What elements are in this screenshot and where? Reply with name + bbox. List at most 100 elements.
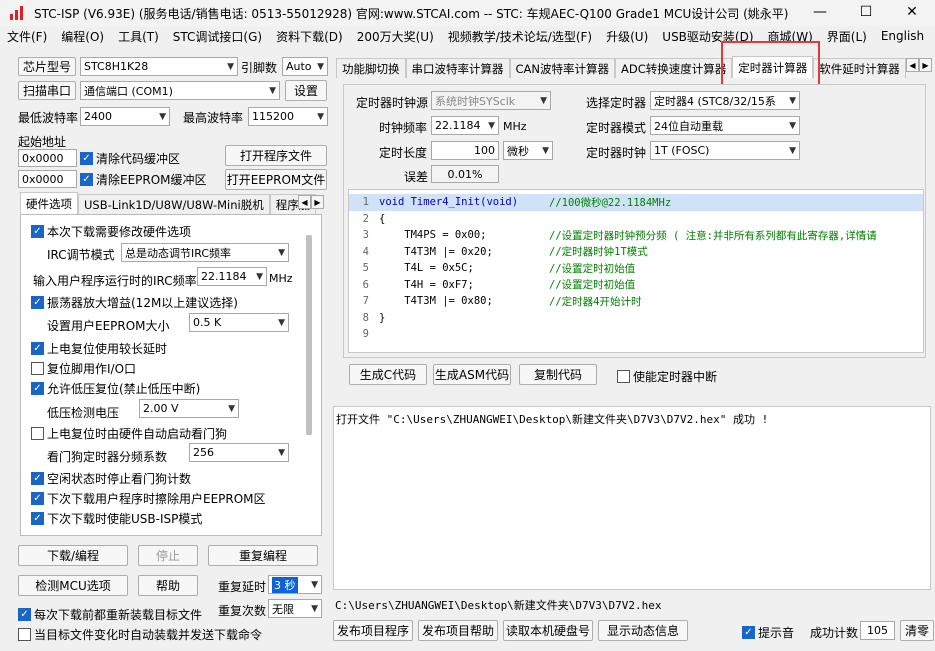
irc-mode-label: IRC调节模式 bbox=[47, 248, 115, 262]
maximize-button[interactable]: ☐ bbox=[843, 0, 889, 26]
hw-options-scrollbar[interactable] bbox=[306, 235, 312, 435]
eeprom-address-input[interactable]: 0x0000 bbox=[18, 170, 77, 188]
timer-mode-value: 24位自动重载 bbox=[654, 119, 723, 133]
reset-delay-checkbox[interactable]: ✓ 上电复位使用较长延时 bbox=[31, 340, 167, 357]
reload-each-checkbox[interactable]: ✓ 每次下载前都重新装载目标文件 bbox=[18, 606, 202, 623]
osc-gain-checkbox[interactable]: ✓ 振荡器放大增益(12M以上建议选择) bbox=[31, 294, 238, 311]
menu-english[interactable]: English bbox=[874, 29, 931, 43]
clock-source-select[interactable]: 系统时钟SYSclk ▼ bbox=[431, 91, 551, 110]
chevron-down-icon: ▼ bbox=[269, 85, 276, 96]
error-value: 0.01% bbox=[431, 165, 499, 183]
generated-code-editor[interactable]: 1 void Timer4_Init(void)//100微秒@22.1184MH… bbox=[348, 189, 924, 353]
code-line: 7 T4T3M |= 0x80;//定时器4开始计时 bbox=[362, 295, 642, 308]
tab-hardware-options[interactable]: 硬件选项 bbox=[20, 192, 78, 214]
min-baud-select[interactable]: 2400 ▼ bbox=[80, 107, 170, 126]
clear-eeprom-checkbox[interactable]: ✓ 清除EEPROM缓冲区 bbox=[80, 171, 207, 188]
download-button[interactable]: 下载/编程 bbox=[18, 545, 128, 566]
lvr-checkbox[interactable]: ✓ 允许低压复位(禁止低压中断) bbox=[31, 380, 200, 397]
beep-checkbox[interactable]: ✓ 提示音 bbox=[742, 624, 794, 641]
clear-code-checkbox[interactable]: ✓ 清除代码缓冲区 bbox=[80, 150, 180, 167]
tab-adc-speed[interactable]: ADC转换速度计算器 bbox=[615, 58, 733, 78]
menu-prize[interactable]: 200万大奖(U) bbox=[350, 28, 441, 45]
menu-debug[interactable]: STC调试接口(G) bbox=[166, 28, 269, 45]
repeat-delay-select[interactable]: 3 秒 ▼ bbox=[268, 575, 322, 594]
timer-mode-label: 定时器模式 bbox=[586, 121, 647, 135]
wdt-auto-checkbox[interactable]: 上电复位时由硬件自动启动看门狗 bbox=[31, 425, 227, 442]
chevron-left-icon[interactable]: ◀ bbox=[298, 195, 311, 209]
chevron-down-icon: ▼ bbox=[278, 317, 285, 328]
settings-button[interactable]: 设置 bbox=[285, 80, 327, 101]
max-baud-value: 115200 bbox=[252, 110, 294, 123]
wdt-div-select[interactable]: 256 ▼ bbox=[189, 443, 289, 462]
tab-uart-baud[interactable]: 串口波特率计算器 bbox=[405, 58, 510, 78]
usb-isp-checkbox[interactable]: ✓ 下次下载时使能USB-ISP模式 bbox=[31, 510, 202, 527]
tab-delay-calculator[interactable]: 软件延时计算器 bbox=[813, 58, 906, 78]
erase-eeprom-checkbox[interactable]: ✓ 下次下载用户程序时擦除用户EEPROM区 bbox=[31, 490, 266, 507]
scan-port-button[interactable]: 扫描串口 bbox=[18, 81, 76, 100]
generate-asm-button[interactable]: 生成ASM代码 bbox=[433, 364, 511, 385]
minimize-button[interactable]: — bbox=[797, 0, 843, 26]
checkbox-empty-icon bbox=[31, 362, 44, 375]
auto-reload-checkbox[interactable]: 当目标文件变化时自动装载并发送下载命令 bbox=[18, 626, 262, 643]
port-select[interactable]: 通信端口 (COM1) ▼ bbox=[80, 81, 280, 100]
code-line: 2{ bbox=[362, 212, 386, 225]
tab-usb-link[interactable]: USB-Link1D/U8W/U8W-Mini脱机 bbox=[78, 194, 270, 214]
pins-select[interactable]: Auto ▼ bbox=[282, 57, 328, 76]
repeat-count-select[interactable]: 无限 ▼ bbox=[268, 599, 322, 618]
timer-length-input[interactable]: 100 bbox=[431, 141, 499, 160]
sysclk-label: 时钟频率 bbox=[379, 121, 428, 135]
detect-mcu-button[interactable]: 检测MCU选项 bbox=[18, 575, 128, 596]
chip-model-value: STC8H1K28 bbox=[84, 60, 149, 73]
reset-io-checkbox[interactable]: 复位脚用作I/O口 bbox=[31, 360, 136, 377]
left-tab-scroll: ◀ ▶ bbox=[298, 195, 324, 209]
menu-program[interactable]: 编程(O) bbox=[54, 28, 111, 45]
menu-upgrade[interactable]: 升级(U) bbox=[599, 28, 655, 45]
chevron-right-icon[interactable]: ▶ bbox=[311, 195, 324, 209]
menu-interface[interactable]: 界面(L) bbox=[820, 28, 874, 45]
stop-button[interactable]: 停止 bbox=[138, 545, 198, 566]
sysclk-select[interactable]: 22.1184 ▼ bbox=[431, 116, 499, 135]
clock-source-value: 系统时钟SYSclk bbox=[435, 94, 516, 108]
max-baud-select[interactable]: 115200 ▼ bbox=[248, 107, 328, 126]
tab-can-baud[interactable]: CAN波特率计算器 bbox=[509, 58, 615, 78]
generate-c-button[interactable]: 生成C代码 bbox=[349, 364, 427, 385]
clear-count-button[interactable]: 清零 bbox=[900, 620, 934, 641]
code-line: 8} bbox=[362, 311, 386, 324]
publish-help-button[interactable]: 发布项目帮助 bbox=[418, 620, 498, 641]
modify-hw-options-checkbox[interactable]: ✓ 本次下载需要修改硬件选项 bbox=[31, 223, 191, 240]
lvr-label: 允许低压复位(禁止低压中断) bbox=[47, 382, 201, 396]
tab-pin-switch[interactable]: 功能脚切换 bbox=[336, 58, 406, 78]
irc-freq-select[interactable]: 22.1184 ▼ bbox=[197, 267, 267, 286]
enable-timer-interrupt-checkbox[interactable]: 使能定时器中断 bbox=[617, 368, 717, 385]
chip-model-select[interactable]: STC8H1K28 ▼ bbox=[80, 57, 238, 76]
timer-unit-select[interactable]: 微秒 ▼ bbox=[503, 141, 553, 160]
repeat-program-button[interactable]: 重复编程 bbox=[208, 545, 318, 566]
menu-video[interactable]: 视频教学/技术论坛/选型(F) bbox=[441, 28, 599, 45]
irc-mode-select[interactable]: 总是动态调节IRC频率 ▼ bbox=[121, 243, 289, 262]
copy-code-button[interactable]: 复制代码 bbox=[519, 364, 597, 385]
open-eeprom-file-button[interactable]: 打开EEPROM文件 bbox=[225, 169, 327, 190]
timer-mode-select[interactable]: 24位自动重载 ▼ bbox=[650, 116, 800, 135]
lvd-select[interactable]: 2.00 V ▼ bbox=[139, 399, 239, 418]
menu-tools[interactable]: 工具(T) bbox=[111, 28, 166, 45]
repeat-count-value: 无限 bbox=[272, 602, 294, 616]
code-address-input[interactable]: 0x0000 bbox=[18, 149, 77, 167]
open-program-file-button[interactable]: 打开程序文件 bbox=[225, 145, 327, 166]
menu-docs[interactable]: 资料下载(D) bbox=[269, 28, 350, 45]
close-button[interactable]: ✕ bbox=[889, 0, 935, 26]
chevron-left-icon[interactable]: ◀ bbox=[906, 58, 919, 72]
read-disk-id-button[interactable]: 读取本机硬盘号 bbox=[503, 620, 593, 641]
idle-wdt-checkbox[interactable]: ✓ 空闲状态时停止看门狗计数 bbox=[31, 470, 191, 487]
publish-program-button[interactable]: 发布项目程序 bbox=[333, 620, 413, 641]
select-timer-select[interactable]: 定时器4 (STC8/32/15系 ▼ bbox=[650, 91, 800, 110]
chip-model-button[interactable]: 芯片型号 bbox=[18, 57, 76, 76]
help-button[interactable]: 帮助 bbox=[138, 575, 198, 596]
timer-clock-select[interactable]: 1T (FOSC) ▼ bbox=[650, 141, 800, 160]
chevron-down-icon: ▼ bbox=[540, 95, 547, 106]
show-dynamic-info-button[interactable]: 显示动态信息 bbox=[598, 620, 688, 641]
timer-clock-value: 1T (FOSC) bbox=[654, 144, 710, 157]
menu-file[interactable]: 文件(F) bbox=[0, 28, 54, 45]
chevron-right-icon[interactable]: ▶ bbox=[919, 58, 932, 72]
eeprom-size-select[interactable]: 0.5 K ▼ bbox=[189, 313, 289, 332]
scrollbar-thumb[interactable] bbox=[306, 235, 312, 435]
